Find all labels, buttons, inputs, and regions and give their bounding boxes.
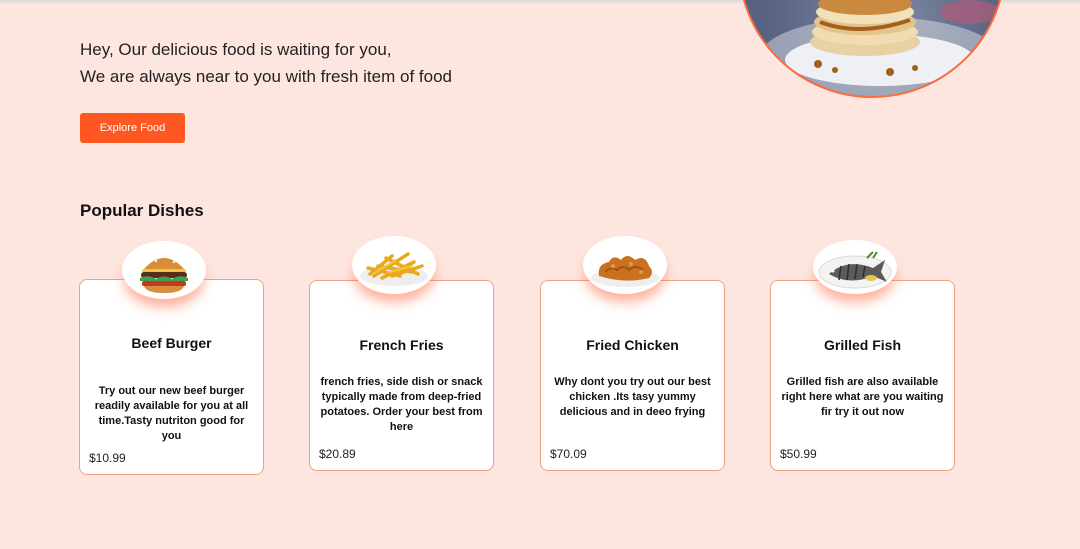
- dish-name: French Fries: [359, 337, 444, 353]
- dish-description: Grilled fish are also available right he…: [781, 376, 944, 418]
- dish-price: $20.89: [319, 447, 356, 461]
- hero-line-1: Hey, Our delicious food is waiting for y…: [80, 40, 392, 59]
- dish-description: Try out our new beef burger readily avai…: [94, 385, 249, 442]
- popular-dishes-title: Popular Dishes: [80, 201, 204, 220]
- dish-price: $70.09: [550, 447, 587, 461]
- burger-image: [122, 241, 206, 299]
- hero-pancake-image: [738, 0, 1006, 98]
- fried-chicken-image: [583, 236, 667, 294]
- hero-text: Hey, Our delicious food is waiting for y…: [80, 36, 452, 90]
- dish-card-grilled-fish[interactable]: Grilled Fish Grilled fish are also avail…: [770, 280, 955, 471]
- grilled-fish-image: [813, 240, 897, 294]
- dish-description: french fries, side dish or snack typical…: [320, 376, 483, 433]
- dish-price: $50.99: [780, 447, 817, 461]
- dish-price: $10.99: [89, 451, 126, 465]
- dish-card-beef-burger[interactable]: Beef Burger Try out our new beef burger …: [79, 279, 264, 475]
- dish-card-fried-chicken[interactable]: Fried Chicken Why dont you try out our b…: [540, 280, 725, 471]
- explore-food-button[interactable]: Explore Food: [80, 113, 185, 143]
- hero-line-2: We are always near to you with fresh ite…: [80, 67, 452, 86]
- dish-name: Grilled Fish: [823, 337, 901, 353]
- dish-card-french-fries[interactable]: French Fries french fries, side dish or …: [309, 280, 494, 471]
- dish-name: Fried Chicken: [586, 337, 679, 353]
- fries-image: [352, 236, 436, 294]
- dish-description: Why dont you try out our best chicken .I…: [554, 376, 711, 418]
- dish-name: Beef Burger: [131, 335, 212, 351]
